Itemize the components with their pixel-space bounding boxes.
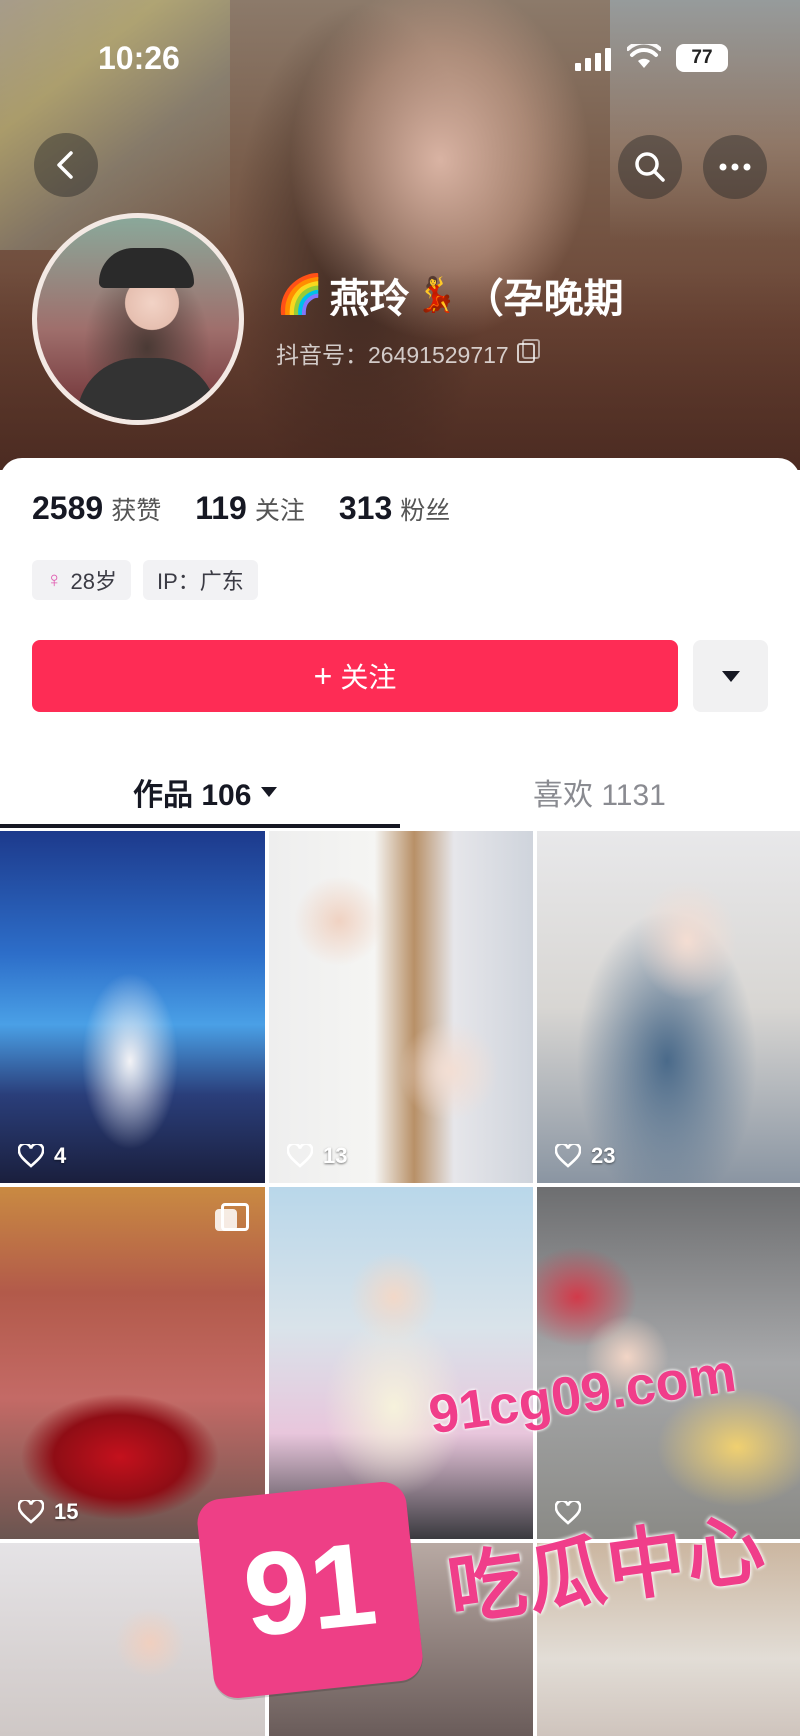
video-likes: 4: [18, 1143, 66, 1169]
age-tag-text: 28岁: [70, 569, 117, 594]
rainbow-icon: 🌈: [276, 274, 324, 316]
video-likes-count: 23: [591, 1143, 616, 1168]
profile-tags: ♀ 28岁 IP：广东: [32, 560, 258, 600]
profile-stats: 2589 获赞 119 关注 313 粉丝: [32, 490, 450, 527]
cellular-signal-icon: [575, 48, 611, 71]
back-button[interactable]: [34, 133, 98, 197]
heart-icon: [287, 1500, 313, 1524]
douyin-id-text: 抖音号：26491529717: [276, 342, 509, 368]
video-thumbnail[interactable]: 15: [0, 1187, 265, 1539]
video-likes-count: 13: [323, 1143, 348, 1168]
battery-icon: 77: [676, 44, 728, 72]
heart-icon: [555, 1144, 581, 1168]
copy-icon[interactable]: [516, 339, 540, 363]
tab-works-label: 作品 106: [133, 779, 252, 812]
plus-icon: +: [313, 657, 333, 694]
video-likes-count: 15: [54, 1499, 79, 1524]
stat-following-count: 119: [195, 490, 247, 526]
video-grid: 4 13 23 15 8: [0, 831, 800, 1736]
stat-likes[interactable]: 2589 获赞: [32, 490, 161, 527]
video-likes: [555, 1501, 591, 1525]
wifi-icon: [627, 44, 661, 68]
tab-likes-label: 喜欢 1131: [533, 779, 666, 812]
video-likes: 8: [287, 1499, 335, 1525]
video-thumbnail[interactable]: 23: [537, 831, 800, 1183]
follow-button-label: 关注: [340, 662, 397, 693]
video-thumbnail[interactable]: [537, 1187, 800, 1539]
stat-likes-label: 获赞: [111, 497, 162, 525]
profile-name-text: 燕玲: [329, 277, 410, 321]
avatar-cap: [99, 248, 194, 288]
status-time: 10:26: [98, 40, 180, 76]
profile-name-suffix: （孕晚期: [463, 277, 624, 321]
stat-following[interactable]: 119 关注: [195, 490, 305, 527]
video-likes-count: 4: [54, 1143, 67, 1168]
tab-likes[interactable]: 喜欢 1131: [533, 770, 666, 814]
status-bar: 10:26 77: [0, 0, 800, 120]
search-button[interactable]: [618, 135, 682, 199]
profile-name: 🌈 燕玲 💃 （孕晚期: [276, 266, 624, 324]
recommend-dropdown-button[interactable]: [693, 640, 768, 712]
avatar[interactable]: [32, 213, 244, 425]
video-thumbnail[interactable]: [537, 1543, 800, 1736]
stat-followers-label: 粉丝: [400, 497, 451, 525]
female-icon: ♀: [46, 567, 63, 592]
video-likes-count: 8: [323, 1499, 336, 1524]
tab-works[interactable]: 作品 106: [133, 770, 278, 814]
video-likes: 13: [287, 1143, 347, 1169]
more-button[interactable]: [703, 135, 767, 199]
video-thumbnail[interactable]: [269, 1543, 533, 1736]
video-thumbnail[interactable]: 8: [269, 1187, 533, 1539]
video-thumbnail[interactable]: 4: [0, 831, 265, 1183]
heart-icon: [287, 1144, 313, 1168]
ip-tag: IP：广东: [142, 560, 258, 600]
stat-followers-count: 313: [338, 490, 393, 526]
video-thumbnail[interactable]: [0, 1543, 265, 1736]
video-likes: 15: [18, 1499, 78, 1525]
search-icon: [635, 152, 665, 182]
stat-likes-count: 2589: [32, 490, 104, 526]
more-dots-icon: [719, 163, 751, 171]
heart-icon: [18, 1500, 44, 1524]
douyin-id[interactable]: 抖音号：26491529717: [276, 336, 540, 370]
chevron-left-icon: [57, 151, 73, 179]
heart-icon: [555, 1501, 581, 1525]
dancer-icon: 💃: [415, 276, 458, 314]
multi-image-icon: [215, 1203, 249, 1231]
caret-down-icon: [721, 670, 740, 682]
video-thumbnail[interactable]: 13: [269, 831, 533, 1183]
caret-down-icon: [261, 787, 278, 797]
age-tag: ♀ 28岁: [32, 560, 131, 600]
video-likes: 23: [555, 1143, 615, 1169]
stat-followers[interactable]: 313 粉丝: [339, 490, 450, 527]
heart-icon: [18, 1144, 44, 1168]
tab-active-indicator: [0, 824, 400, 828]
avatar-body: [77, 358, 217, 420]
follow-button[interactable]: + 关注: [32, 640, 678, 712]
ip-tag-text: IP：广东: [156, 569, 244, 594]
stat-following-label: 关注: [254, 497, 305, 525]
